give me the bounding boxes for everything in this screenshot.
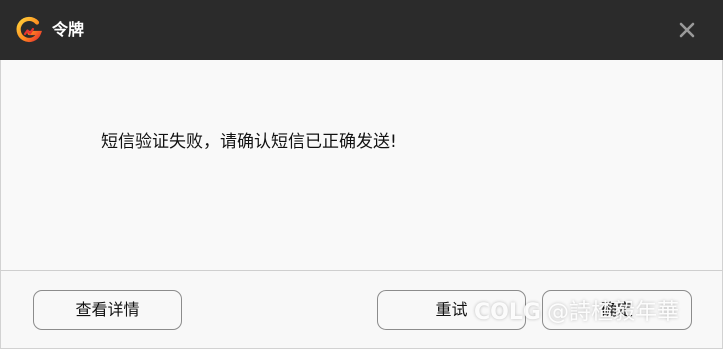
view-details-button[interactable]: 查看详情 [33,290,182,330]
retry-button[interactable]: 重试 [377,290,526,330]
dialog-footer: 查看详情 重试 确定 [0,270,723,349]
title-bar: 令牌 [0,0,723,60]
error-message: 短信验证失败，请确认短信已正确发送! [101,132,397,152]
dialog-content: 短信验证失败，请确认短信已正确发送! [0,60,723,270]
app-logo-icon [16,16,42,43]
confirm-button[interactable]: 确定 [542,290,692,330]
close-icon[interactable] [673,16,701,44]
window-title: 令牌 [52,20,85,39]
